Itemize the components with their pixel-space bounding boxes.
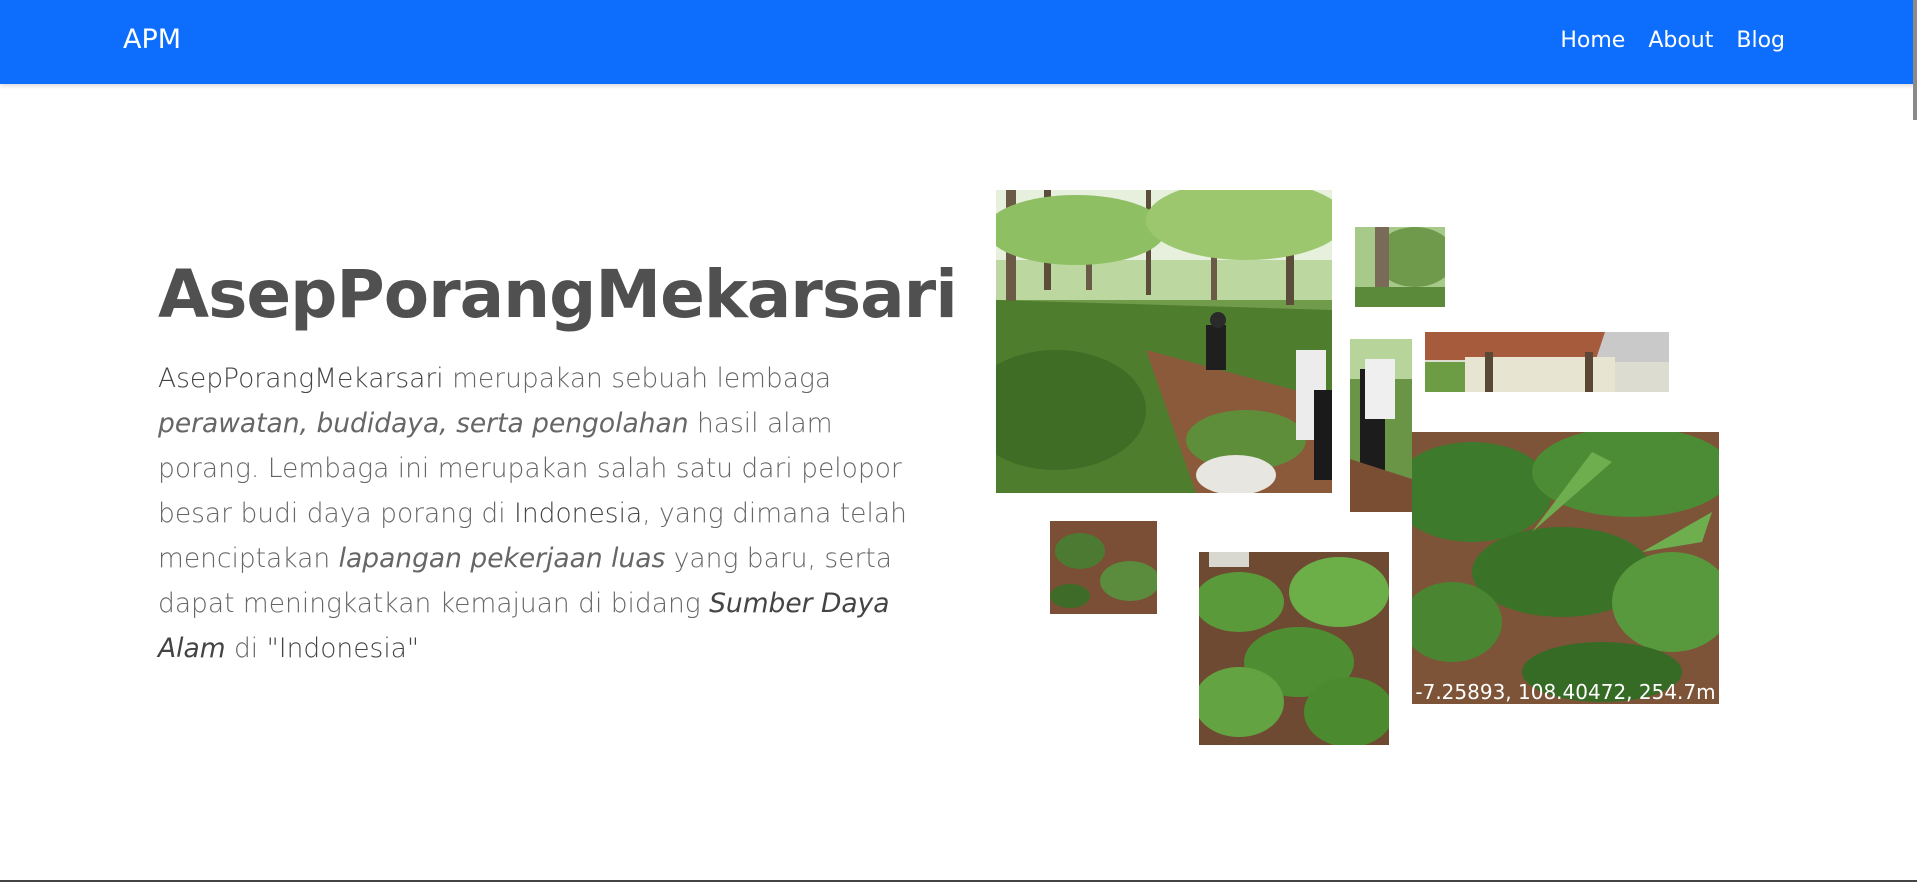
- nav-link-home[interactable]: Home: [1560, 28, 1625, 53]
- photo-tree-trunk: [1355, 227, 1445, 307]
- photo-porang-plants: -7.25893, 108.40472, 254.7m: [1412, 432, 1719, 704]
- nav-link-about[interactable]: About: [1648, 28, 1713, 53]
- desc-text: di: [225, 633, 267, 664]
- brand-link[interactable]: APM: [123, 24, 181, 55]
- photo-plants-strip: [1350, 339, 1412, 512]
- navbar: APM Home About Blog: [0, 0, 1917, 84]
- nav-links: Home About Blog: [1560, 28, 1785, 53]
- nav-link-blog[interactable]: Blog: [1736, 28, 1785, 53]
- desc-emphasis: perawatan, budidaya, serta pengolahan: [158, 408, 689, 439]
- photo-leaves-closeup: [1199, 552, 1389, 745]
- desc-emphasis: lapangan pekerjaan luas: [338, 543, 666, 574]
- photo-house: [1425, 332, 1669, 392]
- desc-country: Indonesia: [514, 498, 643, 529]
- photo-farm-workers: [996, 190, 1332, 493]
- desc-quote: "Indonesia": [266, 633, 420, 664]
- photo-soil: [1050, 521, 1157, 614]
- scrollbar-thumb[interactable]: [1913, 0, 1917, 120]
- desc-brand: AsepPorangMekarsari: [158, 363, 444, 394]
- geo-stamp: -7.25893, 108.40472, 254.7m: [1415, 680, 1716, 704]
- hero-description: AsepPorangMekarsari merupakan sebuah lem…: [158, 356, 918, 671]
- hero-title: AsepPorangMekarsari: [158, 256, 958, 333]
- desc-text: merupakan sebuah lembaga: [443, 363, 832, 394]
